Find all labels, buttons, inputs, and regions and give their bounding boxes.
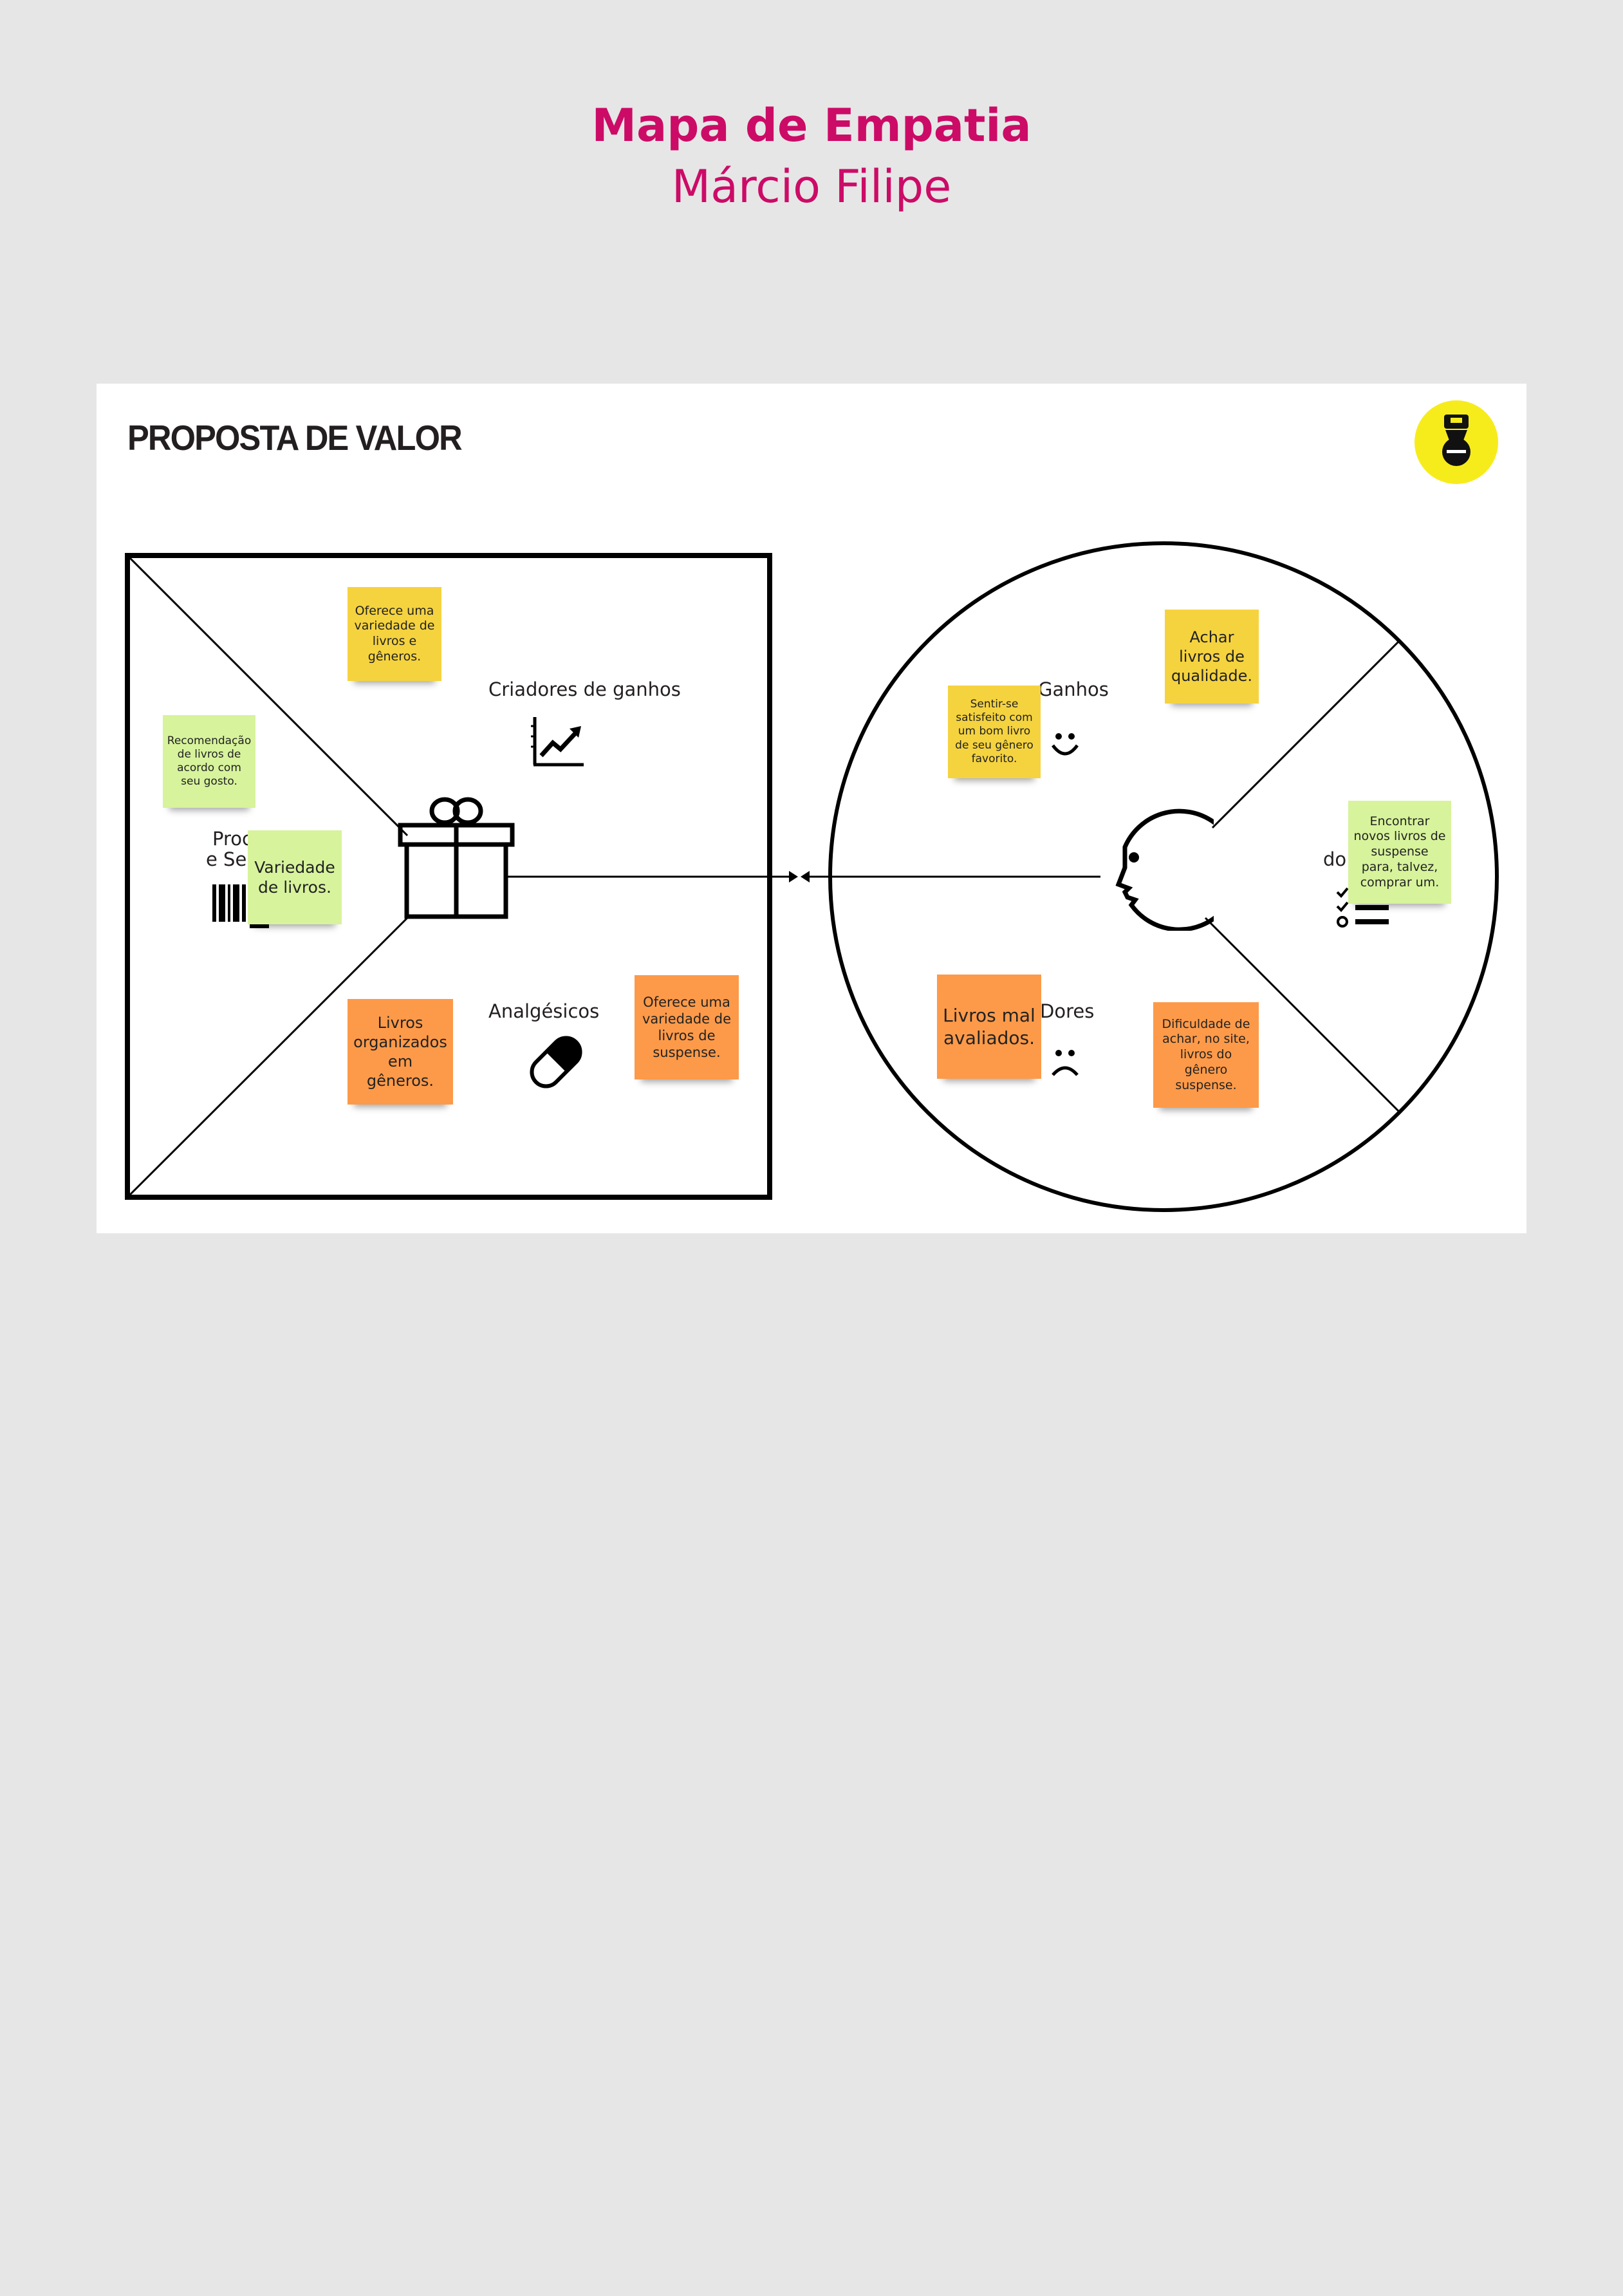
products-label-line2: e Ser bbox=[206, 848, 255, 870]
sticky-note[interactable]: Encontrar novos livros de suspense para,… bbox=[1348, 801, 1451, 904]
sticky-note[interactable]: Oferece uma variedade de livros de suspe… bbox=[635, 975, 739, 1079]
smile-icon bbox=[1051, 733, 1079, 756]
sticky-note[interactable]: Oferece uma variedade de livros e gênero… bbox=[348, 587, 441, 681]
board-heading: PROPOSTA DE VALOR bbox=[127, 418, 463, 458]
sticky-note[interactable]: Dificuldade de achar, no site, livros do… bbox=[1153, 1002, 1259, 1108]
academy-logo-icon bbox=[1414, 400, 1498, 484]
gains-label: Ganhos bbox=[1038, 678, 1109, 700]
pill-icon bbox=[530, 1036, 582, 1088]
sticky-note[interactable]: Achar livros de qualidade. bbox=[1165, 610, 1259, 704]
pains-label: Dores bbox=[1040, 1000, 1095, 1022]
sticky-note[interactable]: Livros mal avaliados. bbox=[937, 975, 1041, 1079]
sticky-note[interactable]: Recomendação de livros de acordo com seu… bbox=[163, 715, 255, 808]
jobs-label: do bbox=[1323, 848, 1347, 870]
sticky-note[interactable]: Livros organizados em gêneros. bbox=[348, 999, 453, 1105]
chart-up-icon bbox=[531, 717, 584, 767]
page-subtitle: Márcio Filipe bbox=[671, 160, 952, 213]
gain-creators-label: Criadores de ganhos bbox=[488, 678, 681, 700]
gift-icon bbox=[398, 797, 515, 919]
frown-icon bbox=[1052, 1050, 1079, 1076]
sticky-note[interactable]: Sentir-se satisfeito com um bom livro de… bbox=[948, 686, 1041, 778]
face-icon bbox=[1115, 808, 1214, 931]
canvas-diagram bbox=[125, 541, 1499, 1212]
value-proposition-canvas: PROPOSTA DE VALOR Criadores de ganhos Pr… bbox=[97, 384, 1526, 1233]
page-title: Mapa de Empatia bbox=[591, 99, 1032, 152]
products-label-line1: Proc bbox=[212, 828, 252, 850]
page-header: Mapa de Empatia Márcio Filipe bbox=[0, 97, 1623, 219]
pain-relievers-label: Analgésicos bbox=[488, 1000, 600, 1022]
sticky-note[interactable]: Variedade de livros. bbox=[248, 830, 342, 924]
